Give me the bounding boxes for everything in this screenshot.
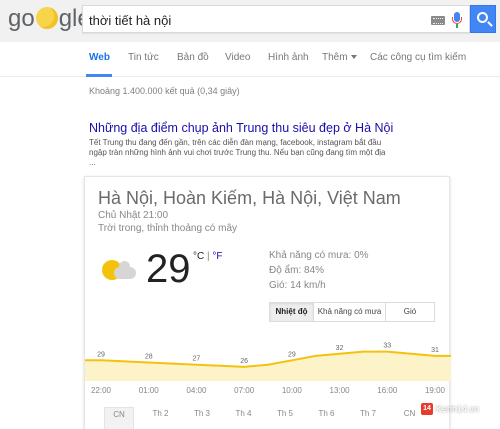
unit-switch: °C | °F [193, 251, 223, 262]
chart-x-tick: 01:00 [139, 386, 160, 395]
chart-area [85, 351, 451, 381]
weather-tab-precipitation[interactable]: Khả năng có mưa [314, 303, 386, 321]
tab-videos[interactable]: Video [225, 52, 250, 63]
search-box [82, 5, 470, 33]
wind: Gió: 14 km/h [269, 280, 326, 291]
header: go gle [0, 0, 500, 42]
unit-fahrenheit[interactable]: °F [212, 251, 222, 262]
chart-x-tick: 16:00 [377, 386, 398, 395]
search-icon [477, 12, 488, 23]
chart-x-tick: 07:00 [234, 386, 255, 395]
forecast-day-2[interactable]: Th 3 [187, 407, 217, 429]
tab-more[interactable]: Thêm [322, 52, 357, 63]
chart-x-tick: 10:00 [282, 386, 303, 395]
weather-temperature: 29 [146, 247, 191, 291]
moon-doodle-icon [35, 7, 58, 29]
weather-location: Hà Nội, Hoàn Kiếm, Hà Nội, Việt Nam [98, 188, 401, 208]
tab-more-label: Thêm [322, 52, 348, 63]
tab-web[interactable]: Web [89, 52, 110, 63]
search-tabs: Web Tin tức Bản đồ Video Hình ảnh Thêm C… [0, 42, 500, 77]
google-logo[interactable]: go gle [8, 5, 91, 33]
chart-data-label: 31 [431, 347, 439, 354]
search-input[interactable] [89, 11, 419, 29]
chart-data-label: 28 [145, 354, 153, 361]
chart-data-label: 29 [97, 351, 105, 358]
chart-data-label: 29 [288, 351, 296, 358]
active-tab-indicator [86, 74, 112, 77]
unit-celsius[interactable]: °C [193, 251, 204, 262]
result-snippet: Tết Trung thu đang đến gần, trên các diễ… [89, 138, 386, 167]
weather-condition: Trời trong, thỉnh thoảng có mây [98, 223, 238, 234]
chart-x-tick: 13:00 [330, 386, 351, 395]
chart-x-tick: 22:00 [91, 386, 112, 395]
chart-data-label: 26 [240, 358, 248, 365]
precipitation: Khả năng có mưa: 0% [269, 250, 369, 261]
microphone-icon[interactable] [452, 12, 462, 28]
chart-data-label: 33 [383, 343, 391, 350]
chevron-down-icon [350, 55, 357, 60]
tab-news[interactable]: Tin tức [128, 52, 159, 63]
forecast-day-5[interactable]: Th 6 [312, 407, 342, 429]
humidity: Độ ẩm: 84% [269, 265, 325, 276]
forecast-days: CN Th 2 Th 3 Th 4 Th 5 Th 6 Th 7 CN [85, 407, 451, 429]
temperature-chart: 29 28 27 26 29 32 33 31 22:00 01:00 04:00 07:00 10:0… [85, 343, 451, 395]
result-title-link[interactable]: Những địa điểm chụp ảnh Trung thu siêu đ… [89, 121, 393, 135]
forecast-day-3[interactable]: Th 4 [229, 407, 259, 429]
forecast-day-6[interactable]: Th 7 [353, 407, 383, 429]
forecast-day-7[interactable]: CN [395, 407, 425, 429]
kenh14-logo: 14 [421, 403, 433, 415]
weather-tabs: Nhiệt độ Khả năng có mưa Gió [269, 302, 435, 322]
watermark-text: Kenh14.vn [436, 404, 480, 414]
keyboard-icon[interactable] [431, 16, 445, 25]
tab-maps[interactable]: Bản đồ [177, 52, 209, 63]
chart-x-tick: 04:00 [186, 386, 207, 395]
sun-cloud-icon [100, 257, 140, 287]
forecast-day-0[interactable]: CN [104, 407, 134, 429]
forecast-day-4[interactable]: Th 5 [270, 407, 300, 429]
chart-data-label: 32 [336, 345, 344, 352]
forecast-day-1[interactable]: Th 2 [146, 407, 176, 429]
weather-card: Hà Nội, Hoàn Kiếm, Hà Nội, Việt Nam Chủ … [84, 176, 451, 429]
weather-tab-temperature[interactable]: Nhiệt độ [270, 303, 314, 321]
tab-search-tools[interactable]: Các công cụ tìm kiếm [370, 52, 466, 63]
chart-x-tick: 19:00 [425, 386, 446, 395]
chart-data-label: 27 [193, 356, 201, 363]
watermark: 14 Kenh14.vn [421, 402, 479, 416]
logo-text-left: go [8, 5, 35, 32]
result-stats: Khoảng 1.400.000 kết quả (0,34 giây) [89, 86, 240, 96]
tab-images[interactable]: Hình ảnh [268, 52, 309, 63]
search-button[interactable] [470, 5, 496, 33]
weather-tab-wind[interactable]: Gió [386, 303, 434, 321]
weather-time: Chủ Nhật 21:00 [98, 210, 169, 221]
